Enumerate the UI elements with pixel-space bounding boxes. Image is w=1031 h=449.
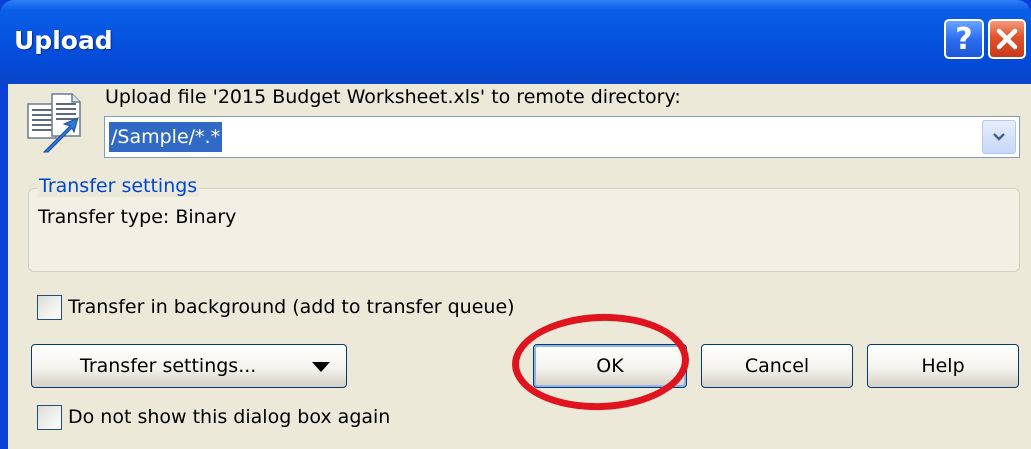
title-bar[interactable]: Upload ? xyxy=(0,0,1031,84)
directory-dropdown-button[interactable] xyxy=(982,120,1016,154)
transfer-settings-group-label: Transfer settings xyxy=(37,175,200,197)
transfer-background-checkbox[interactable] xyxy=(37,295,62,320)
remote-directory-combobox[interactable]: /Sample/*.* xyxy=(104,116,1020,158)
transfer-settings-group xyxy=(28,188,1020,272)
dont-show-again-label[interactable]: Do not show this dialog box again xyxy=(68,406,390,428)
dont-show-again-checkbox[interactable] xyxy=(37,405,62,430)
remote-directory-value[interactable]: /Sample/*.* xyxy=(109,122,223,152)
help-button[interactable]: Help xyxy=(867,344,1019,388)
upload-prompt: Upload file '2015 Budget Worksheet.xls' … xyxy=(105,86,681,108)
question-mark-icon: ? xyxy=(955,21,973,57)
window-title: Upload xyxy=(14,26,113,55)
dropdown-arrow-icon xyxy=(312,362,330,372)
transfer-settings-dropdown-button[interactable]: Transfer settings... xyxy=(31,344,347,388)
help-button-label: Help xyxy=(921,355,965,377)
transfer-type-text: Transfer type: Binary xyxy=(38,206,237,228)
chevron-down-icon xyxy=(993,133,1005,141)
transfer-settings-button-label: Transfer settings... xyxy=(80,355,257,377)
cancel-button-label: Cancel xyxy=(744,355,810,377)
transfer-background-label[interactable]: Transfer in background (add to transfer … xyxy=(68,296,515,318)
close-icon xyxy=(996,28,1018,50)
upload-file-icon xyxy=(27,93,81,153)
help-title-button[interactable]: ? xyxy=(944,19,984,59)
upload-dialog: Upload ? Upload file '2015 Budget Worksh… xyxy=(0,0,1031,449)
cancel-button[interactable]: Cancel xyxy=(701,344,853,388)
close-button[interactable] xyxy=(988,19,1026,59)
